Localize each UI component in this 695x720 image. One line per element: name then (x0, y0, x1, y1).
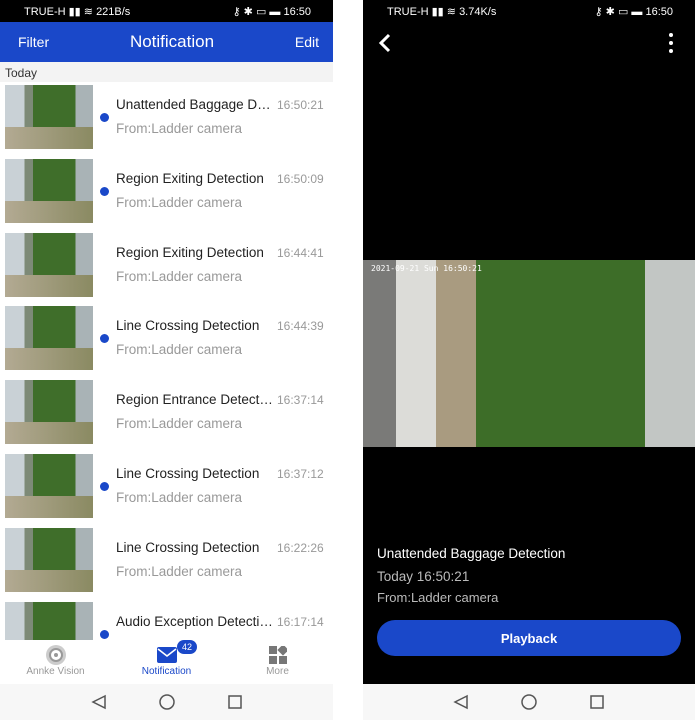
event-thumbnail (5, 380, 93, 445)
event-title: Unattended Baggage Detection (377, 546, 566, 561)
edit-button[interactable]: Edit (295, 34, 319, 50)
notification-item[interactable]: Line Crossing Detection 16:37:12 From:La… (0, 451, 333, 525)
recents-nav-icon[interactable] (227, 694, 243, 710)
notification-title: Unattended Baggage Detection (116, 97, 274, 112)
notification-item[interactable]: Line Crossing Detection 16:22:26 From:La… (0, 525, 333, 599)
notification-title: Region Entrance Detection (116, 392, 274, 408)
system-nav-bar (363, 684, 695, 720)
notification-time: 16:17:14 (277, 614, 324, 629)
tab-label: Annke Vision (26, 666, 85, 677)
page-title: Notification (129, 32, 215, 51)
notification-time: 16:50:21 (277, 98, 324, 112)
network-speed: 221B/s (96, 5, 131, 18)
tab-label: Notification (141, 666, 192, 677)
event-thumbnail (5, 158, 93, 223)
camera-lens-icon (0, 644, 111, 666)
back-arrow-icon[interactable] (377, 33, 393, 53)
tab-bar: Annke Vision 42 Notification More (0, 640, 333, 684)
unread-dot (100, 186, 109, 196)
notification-title: Region Exiting Detection (116, 170, 264, 186)
notification-detail-screen: TRUE-H ▮▮ ≋ 3.74K/s ⚷ ✱ ▭ ▬ 16:50 2021-0… (363, 0, 695, 720)
home-nav-icon[interactable] (158, 694, 175, 710)
video-timestamp: 2021-09-21 Sun 16:50:21 (371, 264, 482, 273)
notification-title: Line Crossing Detection (116, 318, 260, 334)
notification-source: From:Ladder camera (116, 342, 243, 358)
notification-title: Audio Exception Detection (116, 613, 274, 629)
event-thumbnail (5, 85, 93, 149)
notification-time: 16:44:39 (277, 319, 324, 334)
event-thumbnail (5, 527, 93, 592)
notification-item[interactable]: Region Entrance Detection 16:37:14 From:… (0, 377, 333, 451)
notification-time: 16:22:26 (277, 540, 324, 555)
filter-button[interactable]: Filter (18, 34, 49, 50)
event-source: From:Ladder camera (377, 590, 499, 605)
envelope-icon (111, 644, 222, 666)
notification-item[interactable]: Line Crossing Detection 16:44:39 From:La… (0, 303, 333, 377)
event-thumbnail (5, 453, 93, 518)
event-thumbnail (5, 232, 93, 297)
playback-button[interactable]: Playback (377, 620, 681, 656)
event-thumbnail (5, 306, 93, 371)
notification-time: 16:37:14 (277, 393, 324, 408)
unread-dot (100, 334, 109, 344)
home-nav-icon[interactable] (521, 694, 537, 710)
clock: 16:50 (283, 5, 311, 18)
recents-nav-icon[interactable] (589, 694, 605, 710)
network-speed: 3.74K/s (459, 5, 497, 18)
notification-item[interactable]: Region Exiting Detection 16:50:09 From:L… (0, 156, 333, 230)
notification-source: From:Ladder camera (116, 268, 243, 284)
video-player[interactable]: 2021-09-21 Sun 16:50:21 (363, 260, 695, 447)
notification-list-screen: TRUE-H ▮▮ ≋ 221B/s ⚷ ✱ ▭ ▬ 16:50 Filter … (0, 0, 333, 720)
more-options-icon[interactable] (667, 32, 675, 54)
event-time: Today 16:50:21 (377, 569, 470, 584)
notification-source: From:Ladder camera (116, 489, 243, 505)
status-bar: TRUE-H ▮▮ ≋ 221B/s ⚷ ✱ ▭ ▬ 16:50 (0, 0, 333, 22)
notification-title: Line Crossing Detection (116, 539, 260, 555)
back-nav-icon[interactable] (90, 694, 107, 710)
notification-source: From:Ladder camera (116, 416, 243, 432)
unread-dot (100, 481, 109, 491)
notification-source: From:Ladder camera (116, 563, 243, 579)
notification-time: 16:37:12 (277, 466, 324, 481)
tab-more[interactable]: More (222, 640, 333, 684)
carrier: TRUE-H (387, 5, 429, 18)
system-nav-bar (0, 684, 333, 720)
notification-time: 16:50:09 (277, 171, 324, 186)
notification-list: Unattended Baggage Detection 16:50:21 Fr… (0, 82, 333, 672)
notification-title: Region Exiting Detection (116, 244, 264, 260)
unread-badge: 42 (177, 640, 198, 654)
notification-title: Line Crossing Detection (116, 465, 260, 481)
grid-icon (222, 644, 333, 666)
unread-dot (100, 629, 109, 639)
carrier: TRUE-H (24, 5, 66, 18)
back-nav-icon[interactable] (453, 694, 469, 710)
tab-annke-vision[interactable]: Annke Vision (0, 640, 111, 684)
section-header: Today (0, 62, 333, 82)
notification-item[interactable]: Region Exiting Detection 16:44:41 From:L… (0, 230, 333, 304)
app-bar: Filter Notification Edit (0, 22, 333, 62)
tab-notification[interactable]: 42 Notification (111, 640, 222, 684)
notification-source: From:Ladder camera (116, 121, 243, 136)
unread-dot (100, 113, 109, 122)
notification-source: From:Ladder camera (116, 194, 243, 210)
status-bar: TRUE-H ▮▮ ≋ 3.74K/s ⚷ ✱ ▭ ▬ 16:50 (363, 0, 695, 22)
tab-label: More (266, 666, 289, 677)
notification-time: 16:44:41 (277, 245, 324, 260)
notification-item[interactable]: Unattended Baggage Detection 16:50:21 Fr… (0, 82, 333, 156)
clock: 16:50 (645, 5, 673, 18)
